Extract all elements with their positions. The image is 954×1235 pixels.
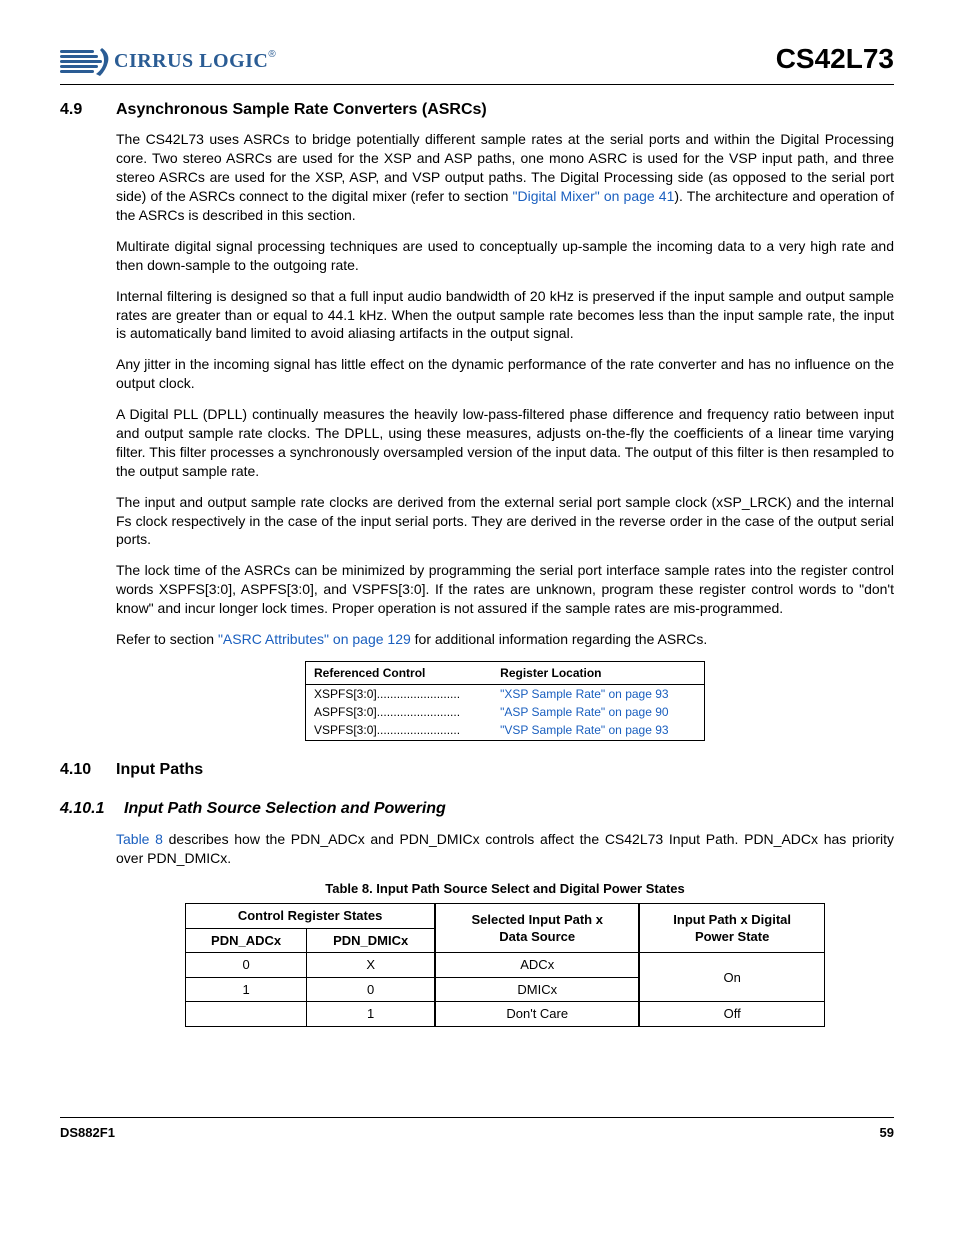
logo: CIRRUS LOGIC® [60,46,276,78]
table-header-power-state: Input Path x DigitalPower State [639,904,824,953]
document-id: DS882F1 [60,1124,115,1142]
ref-control: XSPFS[3:0] [306,685,493,704]
section-title: Asynchronous Sample Rate Converters (ASR… [116,99,487,121]
page-footer: DS882F1 59 [60,1117,894,1142]
link-vsp-sample-rate[interactable]: "VSP Sample Rate" on page 93 [500,723,668,737]
paragraph: A Digital PLL (DPLL) continually measure… [116,405,894,481]
paragraph: The lock time of the ASRCs can be minimi… [116,561,894,618]
paragraph: Refer to section "ASRC Attributes" on pa… [116,630,894,649]
subsection-body-4-10-1: Table 8 describes how the PDN_ADCx and P… [116,830,894,1027]
cirrus-logo-icon [60,46,110,78]
ref-table-header-location: Register Location [492,661,704,684]
ref-control: VSPFS[3:0] [306,721,493,740]
table-header-selected-path: Selected Input Path xData Source [435,904,639,953]
section-title: Input Paths [116,759,203,781]
section-body-4-9: The CS42L73 uses ASRCs to bridge potenti… [116,130,894,740]
part-number: CS42L73 [776,40,894,78]
logo-text: CIRRUS LOGIC® [114,48,276,75]
paragraph: The CS42L73 uses ASRCs to bridge potenti… [116,130,894,224]
table-row: 0 X ADCx On [186,953,825,978]
section-number: 4.10 [60,759,116,781]
table-row: XSPFS[3:0] "XSP Sample Rate" on page 93 [306,685,705,704]
link-table-8[interactable]: Table 8 [116,831,163,847]
section-heading-4-9: 4.9 Asynchronous Sample Rate Converters … [60,99,894,121]
link-asp-sample-rate[interactable]: "ASP Sample Rate" on page 90 [500,705,668,719]
table-8: Control Register States Selected Input P… [185,903,825,1027]
subsection-number: 4.10.1 [60,798,124,820]
table-subheader-pdn-adcx: PDN_ADCx [186,928,307,953]
paragraph: The input and output sample rate clocks … [116,493,894,550]
table-row: ASPFS[3:0] "ASP Sample Rate" on page 90 [306,703,705,721]
page-header: CIRRUS LOGIC® CS42L73 [60,40,894,85]
link-digital-mixer[interactable]: "Digital Mixer" on page 41 [513,188,675,204]
section-number: 4.9 [60,99,116,121]
referenced-control-table: Referenced Control Register Location XSP… [305,661,705,741]
table-8-caption: Table 8. Input Path Source Select and Di… [116,880,894,898]
table-row: 1 Don't Care Off [186,1002,825,1027]
link-xsp-sample-rate[interactable]: "XSP Sample Rate" on page 93 [500,687,668,701]
paragraph: Table 8 describes how the PDN_ADCx and P… [116,830,894,868]
ref-control: ASPFS[3:0] [306,703,493,721]
table-row: VSPFS[3:0] "VSP Sample Rate" on page 93 [306,721,705,740]
paragraph: Multirate digital signal processing tech… [116,237,894,275]
section-heading-4-10: 4.10 Input Paths [60,759,894,781]
page-number: 59 [880,1124,894,1142]
link-asrc-attributes[interactable]: "ASRC Attributes" on page 129 [218,631,411,647]
table-subheader-pdn-dmicx: PDN_DMICx [307,928,436,953]
paragraph: Internal filtering is designed so that a… [116,287,894,344]
ref-table-header-control: Referenced Control [306,661,493,684]
table-header-control-states: Control Register States [186,904,436,929]
subsection-title: Input Path Source Selection and Powering [124,798,446,820]
paragraph: Any jitter in the incoming signal has li… [116,355,894,393]
subsection-heading-4-10-1: 4.10.1 Input Path Source Selection and P… [60,798,894,820]
